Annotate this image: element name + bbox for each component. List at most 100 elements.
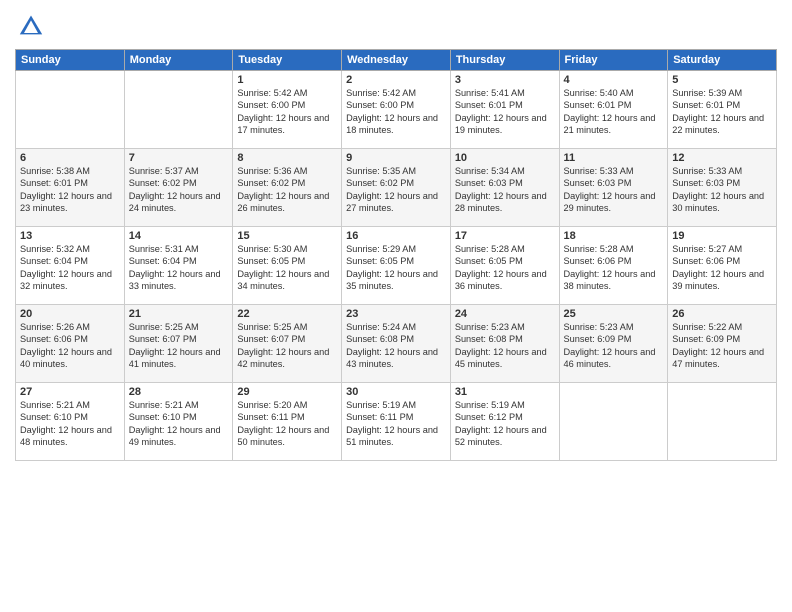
logo-icon bbox=[17, 12, 45, 40]
day-number: 9 bbox=[346, 152, 446, 164]
calendar-cell: 21Sunrise: 5:25 AM Sunset: 6:07 PM Dayli… bbox=[124, 305, 233, 383]
day-info: Sunrise: 5:27 AM Sunset: 6:06 PM Dayligh… bbox=[672, 243, 772, 293]
day-info: Sunrise: 5:25 AM Sunset: 6:07 PM Dayligh… bbox=[129, 321, 229, 371]
calendar-cell: 26Sunrise: 5:22 AM Sunset: 6:09 PM Dayli… bbox=[668, 305, 777, 383]
day-number: 1 bbox=[237, 74, 337, 86]
day-number: 15 bbox=[237, 230, 337, 242]
day-info: Sunrise: 5:24 AM Sunset: 6:08 PM Dayligh… bbox=[346, 321, 446, 371]
day-number: 14 bbox=[129, 230, 229, 242]
day-info: Sunrise: 5:33 AM Sunset: 6:03 PM Dayligh… bbox=[672, 165, 772, 215]
calendar-cell bbox=[559, 383, 668, 461]
calendar-cell: 29Sunrise: 5:20 AM Sunset: 6:11 PM Dayli… bbox=[233, 383, 342, 461]
day-info: Sunrise: 5:42 AM Sunset: 6:00 PM Dayligh… bbox=[237, 87, 337, 137]
header-row bbox=[15, 10, 777, 45]
calendar-table: SundayMondayTuesdayWednesdayThursdayFrid… bbox=[15, 49, 777, 461]
day-number: 4 bbox=[564, 74, 664, 86]
day-info: Sunrise: 5:34 AM Sunset: 6:03 PM Dayligh… bbox=[455, 165, 555, 215]
day-number: 23 bbox=[346, 308, 446, 320]
day-info: Sunrise: 5:38 AM Sunset: 6:01 PM Dayligh… bbox=[20, 165, 120, 215]
day-number: 31 bbox=[455, 386, 555, 398]
day-number: 27 bbox=[20, 386, 120, 398]
calendar-cell: 12Sunrise: 5:33 AM Sunset: 6:03 PM Dayli… bbox=[668, 149, 777, 227]
calendar-cell: 10Sunrise: 5:34 AM Sunset: 6:03 PM Dayli… bbox=[450, 149, 559, 227]
calendar-cell: 30Sunrise: 5:19 AM Sunset: 6:11 PM Dayli… bbox=[342, 383, 451, 461]
day-number: 19 bbox=[672, 230, 772, 242]
logo bbox=[15, 14, 45, 45]
day-info: Sunrise: 5:28 AM Sunset: 6:05 PM Dayligh… bbox=[455, 243, 555, 293]
weekday-header-monday: Monday bbox=[124, 50, 233, 71]
day-info: Sunrise: 5:21 AM Sunset: 6:10 PM Dayligh… bbox=[20, 399, 120, 449]
day-info: Sunrise: 5:32 AM Sunset: 6:04 PM Dayligh… bbox=[20, 243, 120, 293]
day-info: Sunrise: 5:36 AM Sunset: 6:02 PM Dayligh… bbox=[237, 165, 337, 215]
calendar-week-1: 1Sunrise: 5:42 AM Sunset: 6:00 PM Daylig… bbox=[16, 71, 777, 149]
day-info: Sunrise: 5:29 AM Sunset: 6:05 PM Dayligh… bbox=[346, 243, 446, 293]
day-info: Sunrise: 5:19 AM Sunset: 6:11 PM Dayligh… bbox=[346, 399, 446, 449]
calendar-cell: 15Sunrise: 5:30 AM Sunset: 6:05 PM Dayli… bbox=[233, 227, 342, 305]
calendar-cell: 6Sunrise: 5:38 AM Sunset: 6:01 PM Daylig… bbox=[16, 149, 125, 227]
weekday-header-sunday: Sunday bbox=[16, 50, 125, 71]
calendar-cell: 16Sunrise: 5:29 AM Sunset: 6:05 PM Dayli… bbox=[342, 227, 451, 305]
weekday-header-saturday: Saturday bbox=[668, 50, 777, 71]
weekday-header-wednesday: Wednesday bbox=[342, 50, 451, 71]
day-info: Sunrise: 5:33 AM Sunset: 6:03 PM Dayligh… bbox=[564, 165, 664, 215]
day-number: 2 bbox=[346, 74, 446, 86]
day-number: 22 bbox=[237, 308, 337, 320]
calendar-cell: 28Sunrise: 5:21 AM Sunset: 6:10 PM Dayli… bbox=[124, 383, 233, 461]
calendar-week-2: 6Sunrise: 5:38 AM Sunset: 6:01 PM Daylig… bbox=[16, 149, 777, 227]
day-info: Sunrise: 5:26 AM Sunset: 6:06 PM Dayligh… bbox=[20, 321, 120, 371]
calendar-cell: 2Sunrise: 5:42 AM Sunset: 6:00 PM Daylig… bbox=[342, 71, 451, 149]
day-number: 6 bbox=[20, 152, 120, 164]
calendar-cell: 7Sunrise: 5:37 AM Sunset: 6:02 PM Daylig… bbox=[124, 149, 233, 227]
day-info: Sunrise: 5:40 AM Sunset: 6:01 PM Dayligh… bbox=[564, 87, 664, 137]
day-info: Sunrise: 5:19 AM Sunset: 6:12 PM Dayligh… bbox=[455, 399, 555, 449]
calendar-cell: 22Sunrise: 5:25 AM Sunset: 6:07 PM Dayli… bbox=[233, 305, 342, 383]
calendar-cell: 4Sunrise: 5:40 AM Sunset: 6:01 PM Daylig… bbox=[559, 71, 668, 149]
day-number: 11 bbox=[564, 152, 664, 164]
calendar-week-4: 20Sunrise: 5:26 AM Sunset: 6:06 PM Dayli… bbox=[16, 305, 777, 383]
calendar-cell: 13Sunrise: 5:32 AM Sunset: 6:04 PM Dayli… bbox=[16, 227, 125, 305]
day-info: Sunrise: 5:23 AM Sunset: 6:08 PM Dayligh… bbox=[455, 321, 555, 371]
day-number: 29 bbox=[237, 386, 337, 398]
day-number: 18 bbox=[564, 230, 664, 242]
calendar-cell bbox=[668, 383, 777, 461]
day-info: Sunrise: 5:21 AM Sunset: 6:10 PM Dayligh… bbox=[129, 399, 229, 449]
calendar-cell: 27Sunrise: 5:21 AM Sunset: 6:10 PM Dayli… bbox=[16, 383, 125, 461]
day-number: 13 bbox=[20, 230, 120, 242]
day-info: Sunrise: 5:30 AM Sunset: 6:05 PM Dayligh… bbox=[237, 243, 337, 293]
calendar-cell: 31Sunrise: 5:19 AM Sunset: 6:12 PM Dayli… bbox=[450, 383, 559, 461]
calendar-week-5: 27Sunrise: 5:21 AM Sunset: 6:10 PM Dayli… bbox=[16, 383, 777, 461]
day-info: Sunrise: 5:31 AM Sunset: 6:04 PM Dayligh… bbox=[129, 243, 229, 293]
calendar-cell: 25Sunrise: 5:23 AM Sunset: 6:09 PM Dayli… bbox=[559, 305, 668, 383]
calendar-cell: 8Sunrise: 5:36 AM Sunset: 6:02 PM Daylig… bbox=[233, 149, 342, 227]
calendar-cell: 14Sunrise: 5:31 AM Sunset: 6:04 PM Dayli… bbox=[124, 227, 233, 305]
day-number: 17 bbox=[455, 230, 555, 242]
day-number: 30 bbox=[346, 386, 446, 398]
calendar-cell: 5Sunrise: 5:39 AM Sunset: 6:01 PM Daylig… bbox=[668, 71, 777, 149]
calendar-cell: 23Sunrise: 5:24 AM Sunset: 6:08 PM Dayli… bbox=[342, 305, 451, 383]
day-number: 25 bbox=[564, 308, 664, 320]
day-info: Sunrise: 5:20 AM Sunset: 6:11 PM Dayligh… bbox=[237, 399, 337, 449]
day-number: 3 bbox=[455, 74, 555, 86]
calendar-cell: 18Sunrise: 5:28 AM Sunset: 6:06 PM Dayli… bbox=[559, 227, 668, 305]
day-number: 7 bbox=[129, 152, 229, 164]
day-info: Sunrise: 5:28 AM Sunset: 6:06 PM Dayligh… bbox=[564, 243, 664, 293]
day-info: Sunrise: 5:23 AM Sunset: 6:09 PM Dayligh… bbox=[564, 321, 664, 371]
day-number: 24 bbox=[455, 308, 555, 320]
day-number: 16 bbox=[346, 230, 446, 242]
calendar-cell: 9Sunrise: 5:35 AM Sunset: 6:02 PM Daylig… bbox=[342, 149, 451, 227]
day-number: 12 bbox=[672, 152, 772, 164]
day-number: 10 bbox=[455, 152, 555, 164]
day-number: 21 bbox=[129, 308, 229, 320]
day-number: 28 bbox=[129, 386, 229, 398]
day-number: 20 bbox=[20, 308, 120, 320]
day-number: 8 bbox=[237, 152, 337, 164]
day-info: Sunrise: 5:37 AM Sunset: 6:02 PM Dayligh… bbox=[129, 165, 229, 215]
day-info: Sunrise: 5:22 AM Sunset: 6:09 PM Dayligh… bbox=[672, 321, 772, 371]
calendar-cell: 11Sunrise: 5:33 AM Sunset: 6:03 PM Dayli… bbox=[559, 149, 668, 227]
weekday-header-tuesday: Tuesday bbox=[233, 50, 342, 71]
calendar-header-row: SundayMondayTuesdayWednesdayThursdayFrid… bbox=[16, 50, 777, 71]
day-info: Sunrise: 5:35 AM Sunset: 6:02 PM Dayligh… bbox=[346, 165, 446, 215]
day-number: 26 bbox=[672, 308, 772, 320]
calendar-cell: 3Sunrise: 5:41 AM Sunset: 6:01 PM Daylig… bbox=[450, 71, 559, 149]
day-info: Sunrise: 5:25 AM Sunset: 6:07 PM Dayligh… bbox=[237, 321, 337, 371]
